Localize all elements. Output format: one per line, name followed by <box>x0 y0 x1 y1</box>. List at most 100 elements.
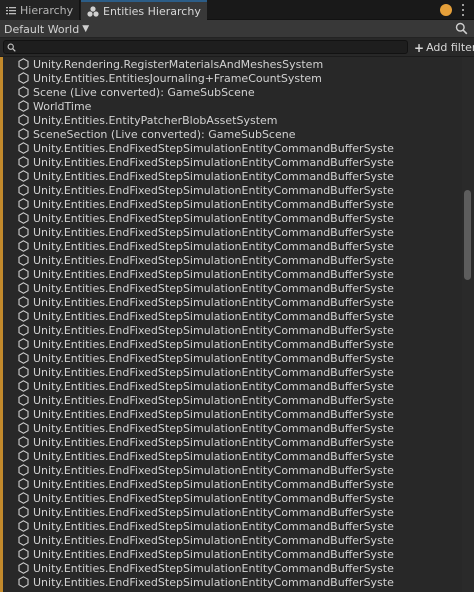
entity-hexagon-icon <box>18 310 29 322</box>
list-item-label: Unity.Entities.EndFixedStepSimulationEnt… <box>33 477 394 491</box>
entity-hexagon-icon <box>18 170 29 182</box>
list-item[interactable]: Unity.Entities.EndFixedStepSimulationEnt… <box>0 197 462 211</box>
entity-hexagon-icon <box>18 58 29 70</box>
list-item[interactable]: Unity.Entities.EndFixedStepSimulationEnt… <box>0 267 462 281</box>
tab-bar: Hierarchy Entities Hierarchy <box>0 0 474 20</box>
list-item[interactable]: Unity.Entities.EndFixedStepSimulationEnt… <box>0 575 462 589</box>
list-item-label: Unity.Entities.EndFixedStepSimulationEnt… <box>33 365 394 379</box>
search-icon[interactable] <box>455 22 468 35</box>
list-item-label: Unity.Entities.EndFixedStepSimulationEnt… <box>33 505 394 519</box>
list-item-label: Unity.Entities.EndFixedStepSimulationEnt… <box>33 169 394 183</box>
list-item[interactable]: Unity.Entities.EndFixedStepSimulationEnt… <box>0 155 462 169</box>
list-item-label: Unity.Entities.EndFixedStepSimulationEnt… <box>33 435 394 449</box>
entity-hexagon-icon <box>18 506 29 518</box>
list-item[interactable]: Unity.Entities.EndFixedStepSimulationEnt… <box>0 323 462 337</box>
entity-hexagon-icon <box>18 324 29 336</box>
list-item-label: Unity.Entities.EndFixedStepSimulationEnt… <box>33 239 394 253</box>
vertical-scrollbar[interactable] <box>462 57 474 592</box>
entity-hexagon-icon <box>18 478 29 490</box>
list-item-label: Unity.Entities.EndFixedStepSimulationEnt… <box>33 141 394 155</box>
list-item[interactable]: Unity.Entities.EndFixedStepSimulationEnt… <box>0 225 462 239</box>
list-item[interactable]: SceneSection (Live converted): GameSubSc… <box>0 127 462 141</box>
entity-hexagon-icon <box>18 184 29 196</box>
list-item[interactable]: Unity.Entities.EndFixedStepSimulationEnt… <box>0 477 462 491</box>
list-item[interactable]: Unity.Entities.EndFixedStepSimulationEnt… <box>0 561 462 575</box>
entities-icon <box>87 5 99 17</box>
list-item[interactable]: Unity.Entities.EndFixedStepSimulationEnt… <box>0 141 462 155</box>
list-item-label: Unity.Entities.EndFixedStepSimulationEnt… <box>33 533 394 547</box>
list-item-label: Unity.Entities.EndFixedStepSimulationEnt… <box>33 407 394 421</box>
list-item[interactable]: Unity.Entities.EndFixedStepSimulationEnt… <box>0 365 462 379</box>
entity-hexagon-icon <box>18 492 29 504</box>
entity-hexagon-icon <box>18 268 29 280</box>
list-item[interactable]: Unity.Entities.EntitiesJournaling+FrameC… <box>0 71 462 85</box>
list-item-label: Unity.Entities.EndFixedStepSimulationEnt… <box>33 183 394 197</box>
list-item[interactable]: Unity.Entities.EndFixedStepSimulationEnt… <box>0 351 462 365</box>
search-input[interactable] <box>20 41 400 53</box>
list-item[interactable]: Unity.Entities.EndFixedStepSimulationEnt… <box>0 169 462 183</box>
add-filter-label: Add filter <box>426 41 474 54</box>
add-filter-button[interactable]: + Add filter <box>414 40 474 55</box>
entity-hexagon-icon <box>18 576 29 588</box>
entity-hexagon-icon <box>18 86 29 98</box>
list-item[interactable]: Unity.Entities.EntityPatcherBlobAssetSys… <box>0 113 462 127</box>
list-item[interactable]: Unity.Entities.EndFixedStepSimulationEnt… <box>0 533 462 547</box>
tab-hierarchy[interactable]: Hierarchy <box>0 0 80 20</box>
list-item-label: Unity.Entities.EndFixedStepSimulationEnt… <box>33 337 394 351</box>
search-field[interactable] <box>3 40 408 54</box>
entity-hexagon-icon <box>18 212 29 224</box>
caret-down-icon: ▼ <box>82 24 90 34</box>
entity-hexagon-icon <box>18 520 29 532</box>
list-item[interactable]: Unity.Rendering.RegisterMaterialsAndMesh… <box>0 57 462 71</box>
list-item-label: Unity.Entities.EndFixedStepSimulationEnt… <box>33 449 394 463</box>
list-item-label: Unity.Entities.EndFixedStepSimulationEnt… <box>33 267 394 281</box>
entity-hexagon-icon <box>18 534 29 546</box>
list-item[interactable]: Unity.Entities.EndFixedStepSimulationEnt… <box>0 519 462 533</box>
list-item[interactable]: WorldTime <box>0 99 462 113</box>
world-toolbar: Default World ▼ <box>0 20 474 38</box>
list-item[interactable]: Unity.Entities.EndFixedStepSimulationEnt… <box>0 393 462 407</box>
list-icon <box>6 6 16 14</box>
list-item-label: Unity.Entities.EndFixedStepSimulationEnt… <box>33 351 394 365</box>
list-item[interactable]: Unity.Entities.EndFixedStepSimulationEnt… <box>0 407 462 421</box>
scrollbar-thumb[interactable] <box>464 190 471 280</box>
status-dot-icon[interactable] <box>440 4 452 16</box>
list-item[interactable]: Unity.Entities.EndFixedStepSimulationEnt… <box>0 309 462 323</box>
list-item[interactable]: Unity.Entities.EndFixedStepSimulationEnt… <box>0 337 462 351</box>
world-dropdown-label: Default World <box>4 22 80 36</box>
tab-entities-hierarchy[interactable]: Entities Hierarchy <box>81 0 207 20</box>
entity-hexagon-icon <box>18 142 29 154</box>
list-item-label: Unity.Entities.EndFixedStepSimulationEnt… <box>33 211 394 225</box>
entity-hexagon-icon <box>18 450 29 462</box>
list-item-label: Unity.Entities.EntitiesJournaling+FrameC… <box>33 71 322 85</box>
list-item[interactable]: Unity.Entities.EndFixedStepSimulationEnt… <box>0 491 462 505</box>
list-item[interactable]: Unity.Entities.EndFixedStepSimulationEnt… <box>0 421 462 435</box>
list-item[interactable]: Unity.Entities.EndFixedStepSimulationEnt… <box>0 449 462 463</box>
list-item[interactable]: Unity.Entities.EndFixedStepSimulationEnt… <box>0 505 462 519</box>
list-item[interactable]: Unity.Entities.EndFixedStepSimulationEnt… <box>0 295 462 309</box>
list-item-label: Unity.Entities.EndFixedStepSimulationEnt… <box>33 295 394 309</box>
entity-hexagon-icon <box>18 128 29 140</box>
list-item[interactable]: Unity.Entities.EndFixedStepSimulationEnt… <box>0 463 462 477</box>
list-item[interactable]: Scene (Live converted): GameSubScene <box>0 85 462 99</box>
world-dropdown[interactable]: Default World ▼ <box>4 21 89 37</box>
entity-hexagon-icon <box>18 72 29 84</box>
list-item[interactable]: Unity.Entities.EndFixedStepSimulationEnt… <box>0 435 462 449</box>
entity-hexagon-icon <box>18 436 29 448</box>
list-item-label: Unity.Entities.EndFixedStepSimulationEnt… <box>33 421 394 435</box>
list-item[interactable]: Unity.Entities.EndFixedStepSimulationEnt… <box>0 253 462 267</box>
kebab-menu-icon[interactable] <box>457 4 469 16</box>
list-item[interactable]: Unity.Entities.EndFixedStepSimulationEnt… <box>0 547 462 561</box>
entity-hexagon-icon <box>18 282 29 294</box>
tab-label: Hierarchy <box>20 3 74 17</box>
entity-hexagon-icon <box>18 408 29 420</box>
list-item[interactable]: Unity.Entities.EndFixedStepSimulationEnt… <box>0 239 462 253</box>
list-item[interactable]: Unity.Entities.EndFixedStepSimulationEnt… <box>0 379 462 393</box>
list-item[interactable]: Unity.Entities.EndFixedStepSimulationEnt… <box>0 211 462 225</box>
list-item-label: Unity.Entities.EndFixedStepSimulationEnt… <box>33 519 394 533</box>
list-item-label: Unity.Entities.EndFixedStepSimulationEnt… <box>33 393 394 407</box>
list-item-label: Unity.Rendering.RegisterMaterialsAndMesh… <box>33 57 324 71</box>
entity-hexagon-icon <box>18 254 29 266</box>
list-item[interactable]: Unity.Entities.EndFixedStepSimulationEnt… <box>0 183 462 197</box>
list-item[interactable]: Unity.Entities.EndFixedStepSimulationEnt… <box>0 281 462 295</box>
